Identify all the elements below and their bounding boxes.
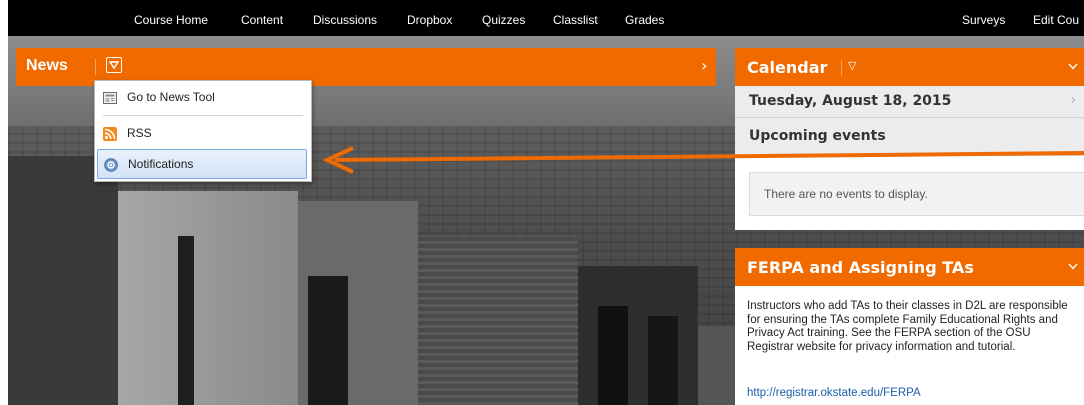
menu-item-label: RSS xyxy=(127,126,152,140)
nav-course-home[interactable]: Course Home xyxy=(134,13,208,27)
empty-events-box: There are no events to display. xyxy=(749,172,1084,216)
calendar-date: Tuesday, August 18, 2015 xyxy=(749,93,952,109)
menu-item-rss[interactable]: RSS xyxy=(99,120,305,148)
chevron-down-icon xyxy=(109,61,119,69)
page: Course Home Content Discussions Dropbox … xyxy=(8,0,1084,405)
notifications-icon xyxy=(104,158,118,172)
calendar-date-row[interactable]: Tuesday, August 18, 2015 › xyxy=(735,86,1084,118)
empty-events-message: There are no events to display. xyxy=(764,187,928,201)
chevron-down-icon[interactable] xyxy=(1068,58,1078,74)
menu-item-label: Go to News Tool xyxy=(127,90,215,104)
chevron-right-icon[interactable]: › xyxy=(701,58,707,74)
nav-content[interactable]: Content xyxy=(241,13,283,27)
calendar-options-dropdown-button[interactable]: ▽ xyxy=(848,59,856,72)
menu-item-go-to-news-tool[interactable]: Go to News Tool xyxy=(99,84,305,112)
menu-item-notifications[interactable]: Notifications xyxy=(97,149,307,179)
divider xyxy=(841,60,842,76)
nav-discussions[interactable]: Discussions xyxy=(313,13,377,27)
calendar-title: Calendar xyxy=(747,58,828,77)
annotation-arrow xyxy=(322,146,1084,174)
news-tool-icon xyxy=(103,92,117,104)
menu-item-label: Notifications xyxy=(128,157,194,171)
ferpa-description: Instructors who add TAs to their classes… xyxy=(747,300,1068,353)
ferpa-title: FERPA and Assigning TAs xyxy=(747,258,974,277)
menu-divider xyxy=(103,115,303,116)
top-navbar: Course Home Content Discussions Dropbox … xyxy=(8,0,1084,36)
news-options-menu: Go to News Tool RSS Notifications xyxy=(94,80,312,182)
news-options-dropdown-button[interactable] xyxy=(106,57,122,73)
nav-classlist[interactable]: Classlist xyxy=(553,13,598,27)
news-title: News xyxy=(26,57,68,74)
chevron-right-icon: › xyxy=(1070,93,1076,108)
calendar-widget-header: Calendar ▽ xyxy=(735,48,1084,86)
ferpa-widget-body: Instructors who add TAs to their classes… xyxy=(735,286,1084,405)
divider xyxy=(95,59,96,75)
nav-dropbox[interactable]: Dropbox xyxy=(407,13,452,27)
ferpa-widget-header: FERPA and Assigning TAs xyxy=(735,248,1084,286)
nav-grades[interactable]: Grades xyxy=(625,13,664,27)
nav-surveys[interactable]: Surveys xyxy=(962,13,1005,27)
upcoming-events-label: Upcoming events xyxy=(749,128,886,144)
ferpa-link[interactable]: http://registrar.okstate.edu/FERPA xyxy=(747,387,921,399)
rss-icon xyxy=(103,127,117,141)
nav-quizzes[interactable]: Quizzes xyxy=(482,13,525,27)
nav-edit-course[interactable]: Edit Cou xyxy=(1033,13,1079,27)
chevron-down-icon[interactable] xyxy=(1068,258,1078,274)
